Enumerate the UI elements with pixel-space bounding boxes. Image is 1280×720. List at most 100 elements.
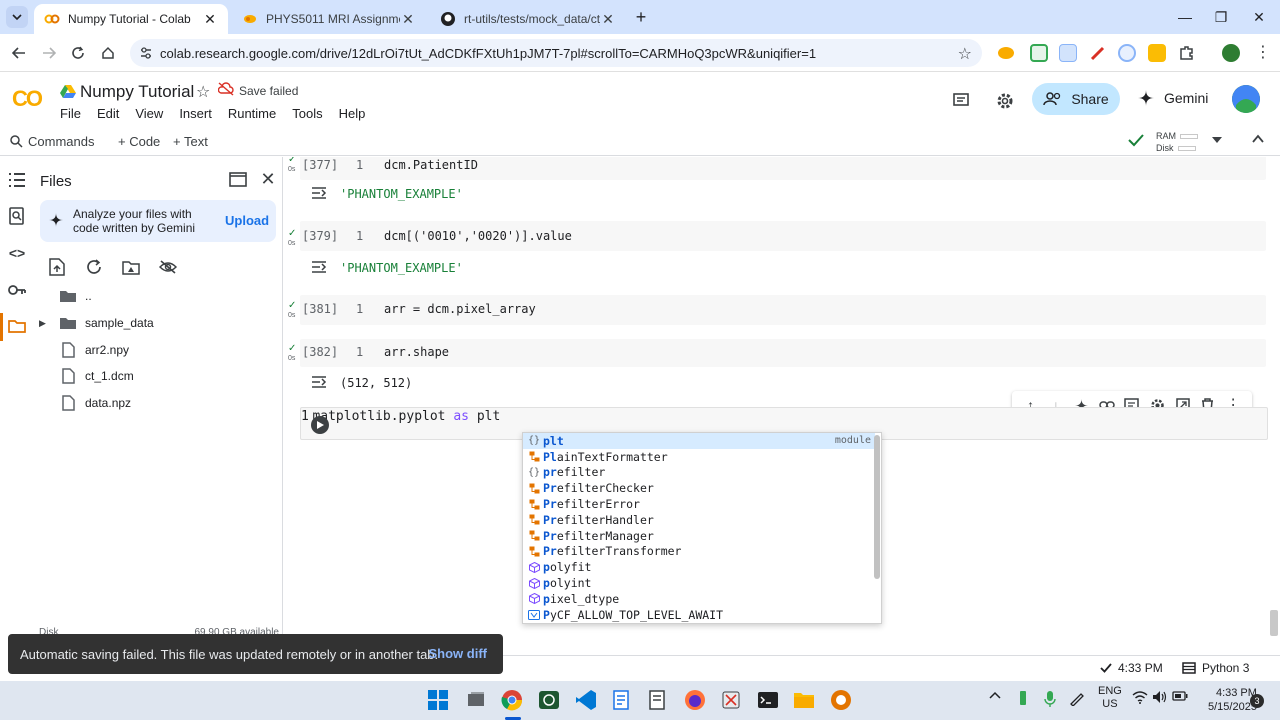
google-drive-icon[interactable]: [60, 84, 76, 98]
green-extension-icon[interactable]: [1030, 44, 1048, 62]
terminal-dark-taskbar-icon[interactable]: [757, 689, 781, 713]
notification-badge[interactable]: 3: [1250, 694, 1264, 708]
language-indicator[interactable]: ENG US: [1098, 685, 1122, 711]
autocomplete-scrollbar[interactable]: [874, 435, 880, 579]
code-text[interactable]: arr = dcm.pixel_array: [384, 302, 536, 316]
autocomplete-item[interactable]: PrefilterManager: [523, 528, 875, 544]
notebook-title[interactable]: Numpy Tutorial: [80, 82, 194, 102]
extensions-puzzle-icon[interactable]: [1178, 44, 1196, 62]
output-icon[interactable]: [310, 185, 328, 201]
menu-insert[interactable]: Insert: [179, 106, 220, 121]
tree-item-parent[interactable]: ..: [33, 283, 283, 309]
hide-eye-icon[interactable]: [158, 257, 178, 277]
expand-arrow-icon[interactable]: ▶: [39, 318, 49, 329]
upload-button[interactable]: Upload: [225, 213, 269, 228]
battery-app-icon[interactable]: [1019, 690, 1027, 706]
code-input[interactable]: matplotlib.pyplot as plt: [312, 409, 500, 424]
code-text[interactable]: dcm.PatientID: [384, 158, 478, 172]
autocomplete-item[interactable]: polyfit: [523, 559, 875, 575]
profile-avatar[interactable]: [1222, 44, 1240, 62]
browser-menu-icon[interactable]: ⋮: [1254, 44, 1272, 62]
pen-icon[interactable]: [1069, 690, 1085, 706]
bookmark-star-icon[interactable]: ☆: [958, 44, 972, 64]
find-replace-icon[interactable]: [6, 205, 28, 227]
tab-search-button[interactable]: [6, 6, 28, 28]
notes-taskbar-icon[interactable]: [647, 689, 671, 713]
run-cell-button[interactable]: [311, 416, 329, 434]
tree-item-arr2[interactable]: arr2.npy: [33, 337, 283, 363]
autocomplete-item[interactable]: PrefilterTransformer: [523, 544, 875, 560]
tab-rt-utils[interactable]: rt-utils/tests/mock_data/ct_1.dc ✕: [430, 4, 626, 34]
close-tab-icon[interactable]: ✕: [400, 11, 416, 27]
reload-button[interactable]: [67, 42, 89, 64]
run-success-icon[interactable]: ✓ 0s: [288, 301, 296, 321]
volume-icon[interactable]: [1152, 690, 1168, 704]
autocomplete-item[interactable]: polyint: [523, 575, 875, 591]
file-editor-taskbar-icon[interactable]: [611, 689, 635, 713]
autocomplete-item[interactable]: PyCF_ALLOW_TOP_LEVEL_AWAIT: [523, 607, 875, 623]
run-success-icon[interactable]: ✓ 0s: [288, 157, 296, 175]
task-view-icon[interactable]: [465, 689, 489, 713]
yellow-extension-icon[interactable]: [1148, 44, 1166, 62]
autocomplete-item[interactable]: pixel_dtype: [523, 591, 875, 607]
refresh-icon[interactable]: [84, 257, 104, 277]
star-notebook-icon[interactable]: ☆: [196, 82, 210, 102]
app-taskbar-icon[interactable]: [830, 689, 854, 713]
autocomplete-item[interactable]: {} prefilter: [523, 465, 875, 481]
code-cell[interactable]: ✓ 0s [377] 1 dcm.PatientID: [288, 157, 1266, 180]
new-tab-button[interactable]: +: [626, 6, 656, 28]
files-folder-icon[interactable]: [6, 315, 28, 337]
circle-extension-icon[interactable]: [1118, 44, 1136, 62]
mount-drive-icon[interactable]: [121, 257, 141, 277]
site-settings-icon[interactable]: [139, 46, 153, 60]
tray-chevron-up-icon[interactable]: [989, 691, 1001, 699]
secrets-key-icon[interactable]: [6, 279, 28, 301]
menu-help[interactable]: Help: [339, 106, 374, 121]
menu-edit[interactable]: Edit: [97, 106, 127, 121]
autocomplete-item[interactable]: PrefilterChecker: [523, 480, 875, 496]
menu-view[interactable]: View: [135, 106, 171, 121]
close-panel-icon[interactable]: ✕: [258, 169, 278, 189]
windows-start-icon[interactable]: [427, 689, 451, 713]
colab-logo[interactable]: CO: [12, 86, 43, 112]
comments-icon[interactable]: [950, 90, 972, 112]
autocomplete-item[interactable]: {} plt module: [523, 433, 875, 449]
code-text[interactable]: arr.shape: [384, 345, 449, 359]
table-of-contents-icon[interactable]: [6, 169, 28, 191]
collapse-header-icon[interactable]: [1252, 134, 1264, 144]
close-tab-icon[interactable]: ✕: [202, 11, 218, 27]
output-icon[interactable]: [310, 374, 328, 390]
add-code-button[interactable]: + Code: [118, 134, 160, 149]
docs-extension-icon[interactable]: [1059, 44, 1077, 62]
settings-gear-icon[interactable]: [994, 90, 1016, 112]
tree-item-sample-data[interactable]: ▶ sample_data: [33, 310, 283, 336]
gemini-button[interactable]: Gemini: [1138, 90, 1208, 106]
menu-file[interactable]: File: [60, 106, 89, 121]
close-window-button[interactable]: ✕: [1244, 6, 1274, 28]
battery-icon[interactable]: [1172, 690, 1188, 702]
code-cell[interactable]: ✓ 0s [379] 1 dcm[('0010','0020')].value: [288, 221, 1266, 251]
show-diff-button[interactable]: Show diff: [429, 646, 488, 661]
tree-item-data-npz[interactable]: data.npz: [33, 390, 283, 416]
save-status[interactable]: Save failed: [239, 84, 298, 98]
restore-button[interactable]: ❐: [1206, 6, 1236, 28]
code-cell[interactable]: ✓ 0s [382] 1 arr.shape: [288, 339, 1266, 367]
runtime-status[interactable]: Python 3: [1182, 661, 1249, 675]
snipping-tool-taskbar-icon[interactable]: [720, 689, 744, 713]
menu-runtime[interactable]: Runtime: [228, 106, 284, 121]
file-explorer-taskbar-icon[interactable]: [793, 689, 817, 713]
runtime-dropdown-icon[interactable]: [1212, 136, 1222, 144]
commands-button[interactable]: Commands: [10, 134, 94, 149]
upload-file-icon[interactable]: [47, 257, 67, 277]
wifi-icon[interactable]: [1132, 690, 1148, 704]
autocomplete-item[interactable]: PlainTextFormatter: [523, 449, 875, 465]
tab-phys5011[interactable]: PHYS5011 MRI Assignment - P ✕: [232, 4, 426, 34]
tree-item-ct1[interactable]: ct_1.dcm: [33, 363, 283, 389]
autocomplete-item[interactable]: PrefilterError: [523, 496, 875, 512]
share-button[interactable]: Share: [1032, 83, 1120, 115]
home-button[interactable]: [97, 42, 119, 64]
back-button[interactable]: [8, 42, 30, 64]
autocomplete-item[interactable]: PrefilterHandler: [523, 512, 875, 528]
url-input[interactable]: colab.research.google.com/drive/12dLrOi7…: [130, 39, 982, 67]
notebook-scrollbar[interactable]: [1270, 610, 1278, 636]
